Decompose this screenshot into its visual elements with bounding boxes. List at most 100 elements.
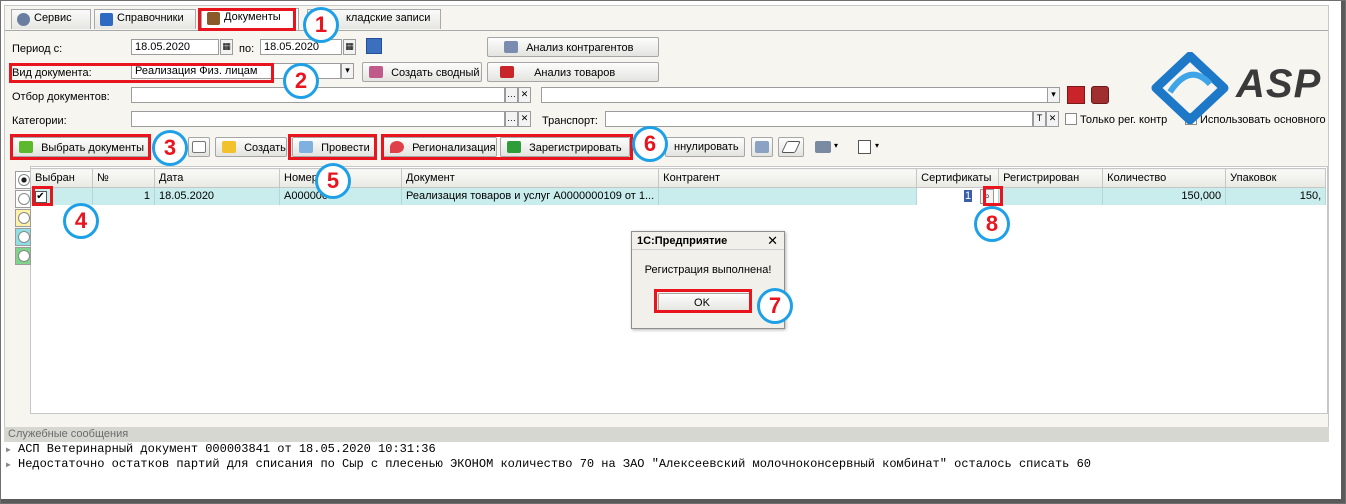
- copy-button[interactable]: [188, 137, 210, 157]
- tab-label: Сервис: [34, 12, 72, 24]
- step-badge-3: 3: [152, 130, 188, 166]
- list-menu-button[interactable]: ▾: [858, 139, 884, 155]
- clear-icon[interactable]: ✕: [518, 87, 531, 103]
- chevron-down-icon[interactable]: ▾: [341, 63, 354, 79]
- period-select-icon[interactable]: [366, 38, 382, 54]
- chevron-down-icon: ▾: [834, 141, 839, 150]
- tab-service[interactable]: Сервис: [11, 9, 91, 29]
- text-type-icon[interactable]: T: [1033, 111, 1046, 127]
- message-line[interactable]: ▶ АСП Ветеринарный документ 000003841 от …: [4, 442, 1329, 457]
- docfilter-label: Отбор документов:: [12, 91, 110, 103]
- gear-icon: [17, 13, 30, 26]
- logo-emblem-icon: [1151, 51, 1229, 125]
- step-badge-1: 1: [303, 7, 339, 43]
- analysis-goods-button[interactable]: Анализ товаров: [487, 62, 659, 82]
- contractors-icon: [504, 41, 518, 53]
- period-from-field[interactable]: 18.05.2020: [131, 39, 219, 55]
- transport-label: Транспорт:: [542, 115, 598, 127]
- erase-button[interactable]: [778, 137, 804, 157]
- row-marker[interactable]: [15, 228, 31, 246]
- main-window: Сервис Справочники Документы кладские за…: [4, 5, 1329, 495]
- annotation-box-post: [288, 134, 377, 160]
- service-messages-panel: Служебные сообщения ▶ АСП Ветеринарный до…: [4, 427, 1329, 495]
- row-document: Реализация товаров и услуг A0000000109 о…: [401, 187, 660, 205]
- bag-icon[interactable]: [1091, 86, 1109, 104]
- period-label: Период с:: [12, 43, 63, 55]
- tab-references[interactable]: Справочники: [94, 9, 196, 29]
- column-header[interactable]: №: [92, 168, 155, 188]
- docfilter-extra-field[interactable]: [541, 87, 1051, 103]
- certificates-value[interactable]: 1: [964, 190, 973, 202]
- shield-icon: [222, 141, 236, 153]
- step-badge-8: 8: [974, 206, 1010, 242]
- list-icon: [858, 140, 871, 154]
- tab-label: кладские записи: [346, 12, 431, 24]
- column-header[interactable]: Сертификаты: [916, 168, 1000, 188]
- row-registered: [998, 187, 1104, 205]
- create-summary-button[interactable]: Создать сводный: [362, 62, 482, 82]
- cancel-button[interactable]: ннулировать: [665, 137, 745, 157]
- create-button[interactable]: Создать: [215, 137, 287, 157]
- column-header[interactable]: Регистрирован: [998, 168, 1104, 188]
- dialog-message: Регистрация выполнена!: [644, 264, 772, 276]
- table-row[interactable]: ✔ 1 18.05.2020 A000000 Реализация товаро…: [30, 187, 1327, 205]
- message-text: АСП Ветеринарный документ 000003841 от 1…: [18, 442, 436, 456]
- copy-icon: [192, 141, 206, 153]
- annotation-box-doctype: [9, 63, 274, 83]
- delete-button[interactable]: [751, 137, 773, 157]
- step-badge-6: 6: [632, 126, 668, 162]
- column-header[interactable]: Выбран: [30, 168, 93, 188]
- transport-field[interactable]: [605, 111, 1033, 127]
- step-badge-5: 5: [315, 163, 351, 199]
- close-icon[interactable]: ✕: [767, 233, 778, 249]
- annotation-box-ok: [654, 289, 752, 313]
- column-header[interactable]: Документ: [400, 168, 660, 188]
- ellipsis-icon[interactable]: …: [505, 87, 518, 103]
- row-marker[interactable]: [15, 171, 31, 189]
- only-reg-checkbox[interactable]: [1065, 113, 1077, 125]
- categories-field[interactable]: [131, 111, 505, 127]
- message-line[interactable]: ▶ Недостаточно остатков партий для списан…: [4, 457, 1329, 472]
- clear-icon[interactable]: ✕: [518, 111, 531, 127]
- row-packages: 150,: [1225, 187, 1327, 205]
- button-label: Анализ контрагентов: [526, 42, 634, 54]
- button-label: ннулировать: [674, 141, 739, 153]
- save-icon[interactable]: [1067, 86, 1085, 104]
- button-label: Анализ товаров: [534, 67, 616, 79]
- row-marker[interactable]: [15, 209, 31, 227]
- eraser-icon: [781, 141, 801, 153]
- column-header[interactable]: Дата: [154, 168, 280, 188]
- annotation-box-register: [381, 134, 633, 160]
- calendar-icon[interactable]: ▦: [220, 39, 233, 55]
- annotation-box-select-docs: [10, 134, 151, 160]
- row-marker[interactable]: [15, 190, 31, 208]
- asp-logo: ASP: [1150, 51, 1320, 127]
- analysis-contractors-button[interactable]: Анализ контрагентов: [487, 37, 659, 57]
- row-marker[interactable]: [15, 247, 31, 265]
- step-badge-4: 4: [63, 203, 99, 239]
- printer-icon: [815, 141, 831, 153]
- messages-header: Служебные сообщения: [4, 427, 1329, 442]
- column-header[interactable]: Контрагент: [658, 168, 918, 188]
- annotation-box-documents-tab: [198, 8, 296, 31]
- column-header[interactable]: Количество: [1102, 168, 1227, 188]
- row-date: 18.05.2020: [154, 187, 280, 205]
- button-label: Создать: [244, 142, 286, 154]
- cart-icon: [500, 66, 514, 78]
- row-marker-column: [15, 171, 31, 266]
- categories-label: Категории:: [12, 115, 67, 127]
- button-label: Создать сводный: [391, 67, 480, 79]
- docfilter-field[interactable]: [131, 87, 505, 103]
- calendar-icon[interactable]: ▦: [343, 39, 356, 55]
- print-button[interactable]: ▾: [815, 139, 841, 155]
- step-badge-2: 2: [283, 63, 319, 99]
- tab-label: Справочники: [117, 12, 184, 24]
- message-text: Недостаточно остатков партий для списани…: [18, 457, 1091, 471]
- row-quantity: 150,000: [1102, 187, 1227, 205]
- clear-icon[interactable]: ✕: [1046, 111, 1059, 127]
- annotation-box-checkbox: [32, 186, 53, 206]
- ellipsis-icon[interactable]: …: [505, 111, 518, 127]
- column-header[interactable]: Упаковок: [1225, 168, 1327, 188]
- chevron-down-icon[interactable]: ▾: [1047, 87, 1060, 103]
- period-to-field[interactable]: 18.05.2020: [260, 39, 342, 55]
